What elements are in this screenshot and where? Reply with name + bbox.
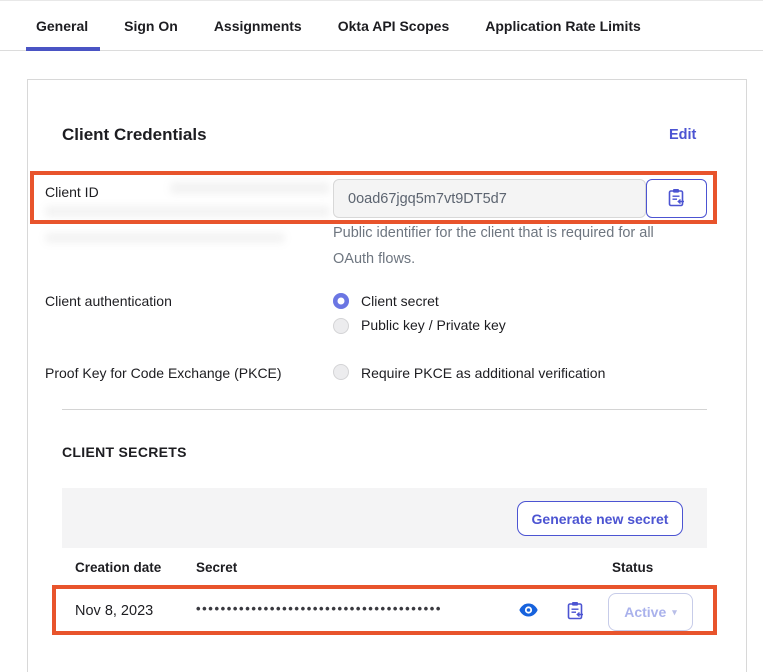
chevron-down-icon: ▾ — [672, 607, 677, 618]
pkce-checkbox-label[interactable]: Require PKCE as additional verification — [361, 365, 605, 381]
status-label: Active — [624, 604, 666, 620]
generate-new-secret-button[interactable]: Generate new secret — [517, 501, 683, 536]
okta-app-settings-page: General Sign On Assignments Okta API Sco… — [0, 0, 763, 672]
section-divider — [62, 409, 707, 410]
clipboard-copy-icon — [668, 188, 685, 210]
copy-client-id-button[interactable] — [646, 179, 707, 218]
column-header-status: Status — [612, 560, 653, 575]
column-header-secret: Secret — [196, 560, 237, 575]
reveal-secret-button[interactable] — [519, 603, 538, 617]
tab-general[interactable]: General — [36, 1, 88, 51]
client-id-help-text: Public identifier for the client that is… — [333, 220, 669, 272]
client-id-input[interactable] — [333, 179, 646, 218]
secret-status-dropdown[interactable]: Active ▾ — [608, 593, 693, 631]
secret-masked-value: •••••••••••••••••••••••••••••••••••••••• — [196, 601, 442, 616]
radio-public-private-key-label[interactable]: Public key / Private key — [361, 317, 506, 333]
pkce-checkbox[interactable] — [333, 364, 349, 380]
redacted-blur — [45, 206, 330, 217]
redacted-blur — [170, 182, 330, 194]
client-credentials-heading: Client Credentials — [62, 125, 207, 145]
client-secrets-heading: CLIENT SECRETS — [62, 444, 187, 460]
clipboard-copy-icon — [567, 608, 584, 623]
radio-client-secret[interactable] — [333, 293, 349, 309]
edit-link[interactable]: Edit — [669, 127, 696, 143]
radio-client-secret-label[interactable]: Client secret — [361, 293, 439, 309]
tab-okta-api-scopes[interactable]: Okta API Scopes — [338, 1, 450, 51]
tab-sign-on[interactable]: Sign On — [124, 1, 178, 51]
radio-public-private-key[interactable] — [333, 318, 349, 334]
pkce-label: Proof Key for Code Exchange (PKCE) — [45, 365, 282, 381]
tab-assignments[interactable]: Assignments — [214, 1, 302, 51]
client-authentication-label: Client authentication — [45, 293, 172, 309]
column-header-creation-date: Creation date — [75, 560, 161, 575]
redacted-blur — [45, 233, 285, 243]
copy-secret-button[interactable] — [567, 601, 584, 620]
client-id-label: Client ID — [45, 184, 99, 200]
app-tabbar: General Sign On Assignments Okta API Sco… — [0, 1, 763, 51]
tab-application-rate-limits[interactable]: Application Rate Limits — [485, 1, 641, 51]
eye-icon — [519, 605, 538, 620]
secret-creation-date: Nov 8, 2023 — [75, 603, 153, 619]
